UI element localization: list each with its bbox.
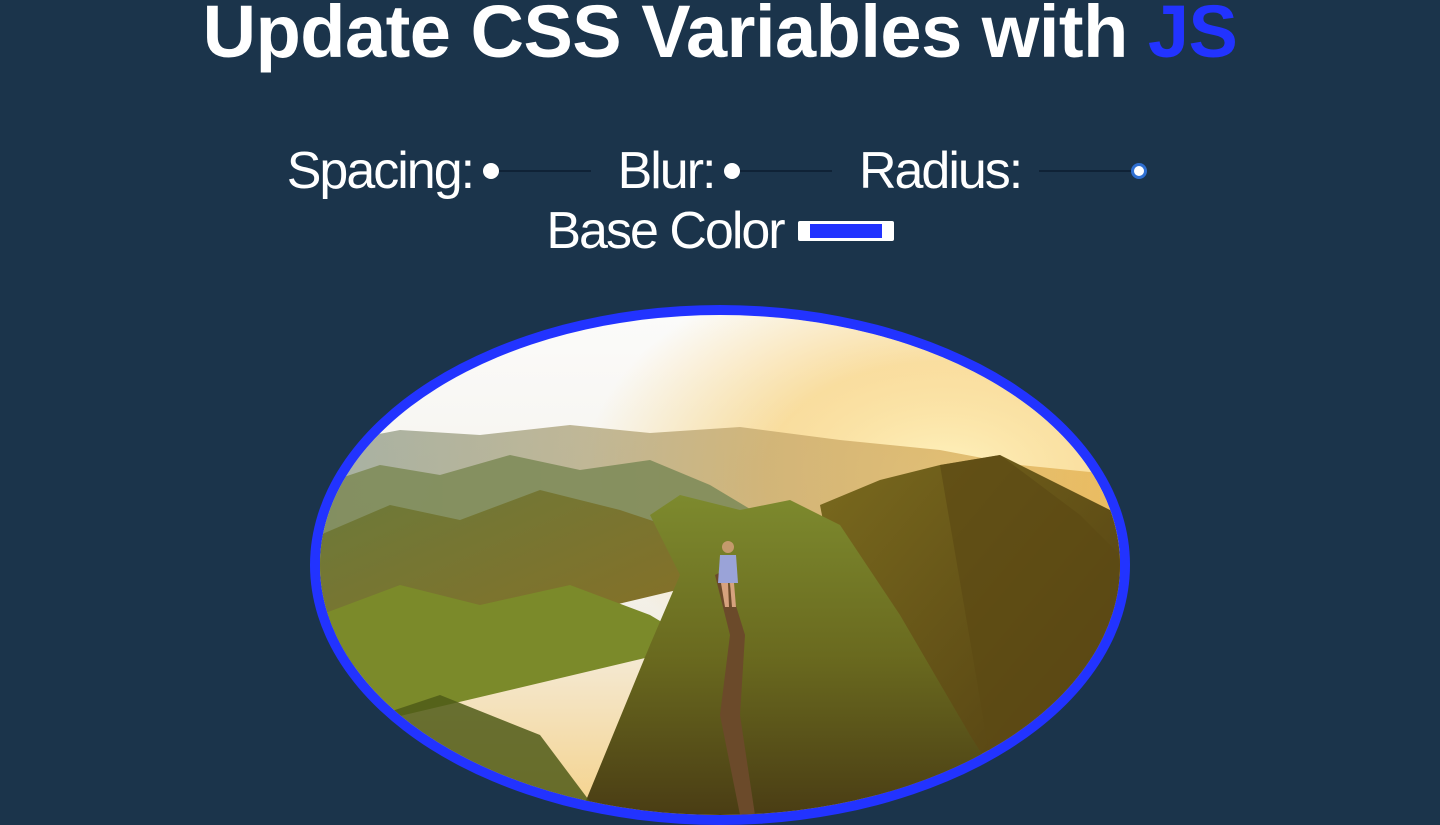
radius-slider-thumb[interactable] — [1131, 163, 1148, 180]
radius-control: Radius: — [859, 141, 1153, 201]
spacing-slider-thumb[interactable] — [483, 163, 500, 180]
image-frame — [310, 305, 1130, 825]
blur-control: Blur: — [618, 141, 847, 201]
base-color-picker[interactable] — [797, 221, 894, 242]
radius-slider[interactable] — [1039, 161, 1148, 181]
base-color-control: Base Color — [546, 201, 894, 261]
title-highlight: JS — [1147, 0, 1238, 73]
controls-row: Spacing: Blur: Radius: — [0, 138, 1440, 201]
title-text: Update CSS Variables with — [202, 0, 1148, 73]
radius-label: Radius: — [858, 142, 1023, 201]
color-row: Base Color — [0, 198, 1440, 261]
mountain-ridge-photo — [320, 315, 1120, 815]
spacing-slider[interactable] — [483, 161, 592, 181]
base-color-fill — [809, 224, 882, 239]
spacing-label: Spacing: — [286, 142, 475, 201]
blur-slider[interactable] — [724, 161, 833, 181]
blur-slider-thumb[interactable] — [724, 163, 741, 180]
spacing-slider-track — [491, 170, 592, 173]
blur-label: Blur: — [617, 142, 717, 201]
spacing-control: Spacing: — [287, 141, 605, 201]
blur-slider-track — [732, 170, 833, 173]
landscape-illustration — [320, 315, 1120, 815]
radius-slider-track — [1039, 170, 1140, 173]
page-title: Update CSS Variables with JS — [0, 0, 1440, 74]
base-color-label: Base Color — [546, 202, 785, 261]
